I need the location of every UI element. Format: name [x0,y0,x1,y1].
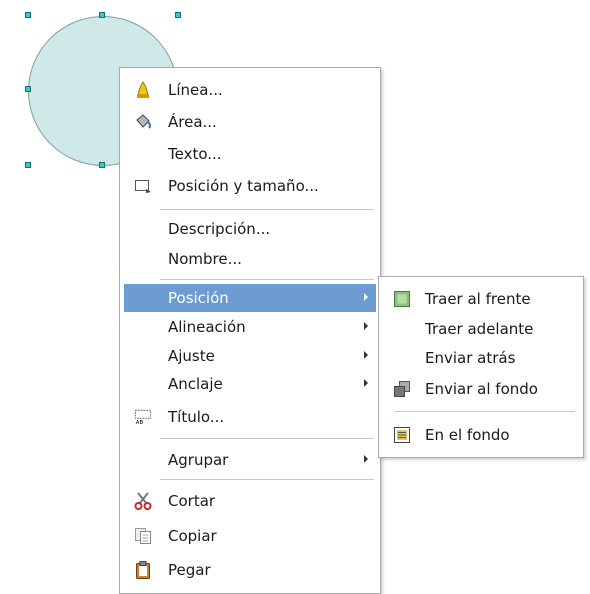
selection-handle-top[interactable] [99,12,105,18]
menu-item-area[interactable]: Área... [124,108,376,136]
drawing-canvas[interactable]: Línea... Área... Texto... Posición y tam… [0,0,590,594]
submenu-item-send-backward[interactable]: Enviar atrás [383,344,579,372]
submenu-arrow-icon [364,322,368,330]
menu-item-position[interactable]: Posición [124,284,376,312]
submenu-item-label: Enviar al fondo [425,380,538,398]
menu-item-position-and-size[interactable]: Posición y tamaño... [124,172,376,200]
send-to-back-icon [393,380,411,398]
menu-item-line[interactable]: Línea... [124,76,376,104]
selection-handle-top-right[interactable] [175,12,181,18]
menu-item-label: Cortar [168,492,216,510]
submenu-item-label: Traer al frente [425,290,531,308]
menu-item-anchor[interactable]: Anclaje [124,370,376,398]
menu-item-text[interactable]: Texto... [124,140,376,168]
submenu-arrow-icon [364,455,368,463]
to-background-icon [393,426,411,444]
menu-separator [160,209,374,210]
scissors-icon [134,492,152,510]
submenu-item-bring-forward[interactable]: Traer adelante [383,315,579,343]
menu-separator [160,479,374,480]
menu-separator [160,279,374,280]
menu-separator [160,438,374,439]
submenu-arrow-icon [364,351,368,359]
menu-item-description[interactable]: Descripción... [124,215,376,243]
submenu-item-send-to-back[interactable]: Enviar al fondo [383,375,579,403]
menu-item-label: Línea... [168,81,223,99]
menu-item-group[interactable]: Agrupar [124,446,376,474]
selection-handle-bottom[interactable] [99,162,105,168]
menu-item-label: Copiar [168,527,217,545]
selection-handle-bottom-left[interactable] [25,162,31,168]
copy-icon [134,527,152,545]
menu-item-label: Pegar [168,561,211,579]
submenu-item-label: Enviar atrás [425,349,516,367]
line-icon [134,81,152,99]
menu-item-label: Área... [168,113,217,131]
menu-item-label: Posición [168,289,229,307]
selection-handle-left[interactable] [25,86,31,92]
menu-item-alignment[interactable]: Alineación [124,313,376,341]
menu-item-label: Texto... [168,145,222,163]
svg-text:AB: AB [136,420,144,426]
bring-to-front-icon [393,290,411,308]
menu-separator [395,411,575,412]
submenu-item-label: En el fondo [425,426,510,444]
menu-item-label: Descripción... [168,220,271,238]
position-size-icon [134,177,152,195]
menu-item-label: Agrupar [168,451,229,469]
submenu-item-bring-to-front[interactable]: Traer al frente [383,285,579,313]
menu-item-caption[interactable]: AB Título... [124,403,376,431]
menu-item-paste[interactable]: Pegar [124,556,376,584]
caption-icon: AB [134,408,152,426]
menu-item-label: Posición y tamaño... [168,177,319,195]
menu-item-name[interactable]: Nombre... [124,245,376,273]
submenu-arrow-icon [364,293,368,301]
context-menu: Línea... Área... Texto... Posición y tam… [119,67,381,594]
menu-item-label: Ajuste [168,347,215,365]
position-submenu: Traer al frente Traer adelante Enviar at… [378,276,584,458]
menu-item-wrap[interactable]: Ajuste [124,342,376,370]
menu-item-copy[interactable]: Copiar [124,522,376,550]
menu-item-cut[interactable]: Cortar [124,487,376,515]
menu-item-label: Alineación [168,318,246,336]
selection-handle-top-left[interactable] [25,12,31,18]
menu-item-label: Título... [168,408,225,426]
area-icon [134,113,152,131]
submenu-item-to-background[interactable]: En el fondo [383,421,579,449]
paste-icon [134,561,152,579]
menu-item-label: Anclaje [168,375,223,393]
menu-item-label: Nombre... [168,250,242,268]
submenu-arrow-icon [364,379,368,387]
submenu-item-label: Traer adelante [425,320,534,338]
